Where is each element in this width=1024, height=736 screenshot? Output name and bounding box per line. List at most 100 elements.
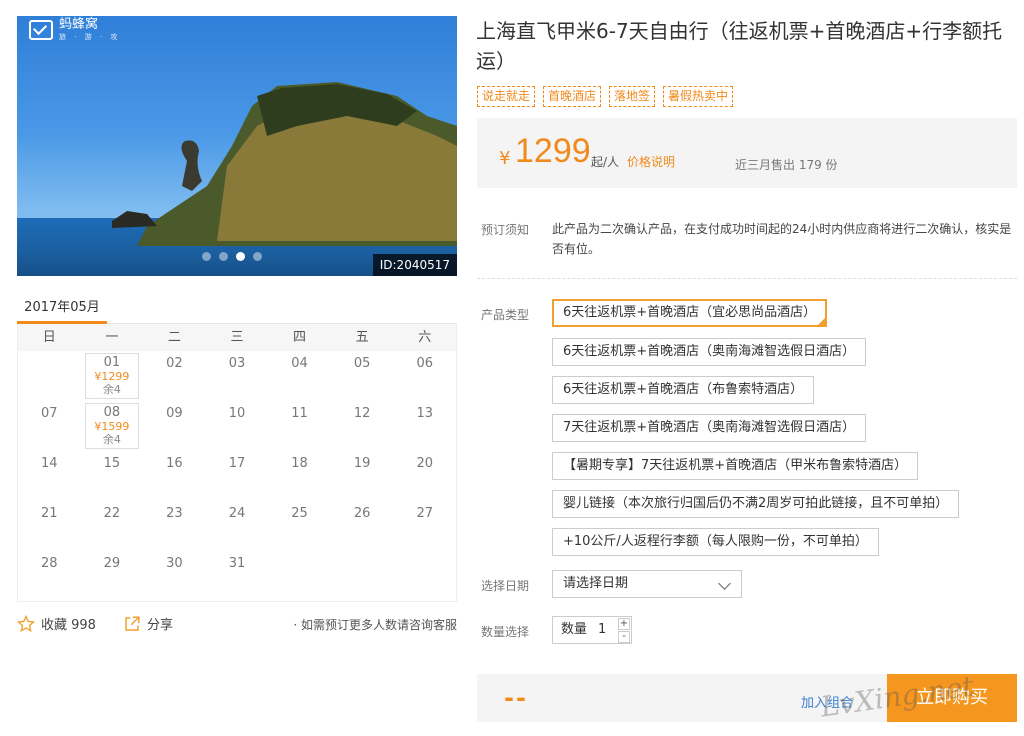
day-price: ¥1299: [94, 370, 130, 383]
day-number: 21: [41, 506, 58, 521]
chevron-down-icon: [718, 577, 731, 590]
date-select[interactable]: 请选择日期: [552, 570, 742, 598]
date-select-value: 请选择日期: [563, 576, 629, 591]
quantity-label: 数量选择: [481, 625, 530, 639]
day-number: 09: [166, 406, 183, 421]
quantity-inner-label: 数量: [561, 622, 588, 637]
price-explain-link[interactable]: 价格说明: [627, 153, 675, 170]
calendar-day: 29: [81, 551, 144, 601]
calendar-day: 23: [143, 501, 206, 551]
logo-subtext: 旅 · 游 · 攻: [59, 33, 121, 41]
checkout-bar: -- 加入组合 立即购买: [477, 674, 1017, 722]
booking-notice-text: 此产品为二次确认产品，在支付成功时间起的24小时内供应商将进行二次确认，核实是否…: [552, 222, 1012, 256]
price-panel: ¥ 1299 起/人 价格说明 近三月售出 179 份: [477, 118, 1017, 188]
price-calendar: 2017年05月 日一二三四五六 01 ¥1299 余4 02 03 04 05 06 07 08…: [17, 290, 457, 605]
calendar-day: 14: [18, 451, 81, 501]
quantity-decrease-button[interactable]: -: [618, 631, 630, 643]
calendar-day: 24: [206, 501, 269, 551]
calendar-day: 06: [393, 351, 456, 401]
day-number: 15: [103, 456, 121, 471]
day-number: 24: [228, 506, 246, 521]
group-booking-notice: · 如需预订更多人数请咨询客服: [293, 618, 457, 632]
day-number: 27: [416, 506, 433, 521]
calendar-day: 21: [18, 501, 81, 551]
calendar-grid: 日一二三四五六 01 ¥1299 余4 02 03 04 05 06 07 08 ¥1599 余4 09…: [17, 324, 457, 602]
share-label: 分享: [147, 618, 174, 633]
day-number: 11: [291, 406, 308, 421]
carousel-dot[interactable]: [253, 252, 262, 261]
calendar-day: 15: [81, 451, 144, 501]
weekday-label: 三: [230, 330, 244, 345]
buy-now-button[interactable]: 立即购买: [887, 674, 1017, 722]
calendar-day: 18: [268, 451, 331, 501]
photo-id-label: ID:2040517: [372, 254, 457, 276]
weekday-label: 二: [167, 330, 181, 345]
weekday-label: 四: [293, 330, 307, 345]
day-number: 29: [103, 556, 121, 571]
product-option[interactable]: 7天往返机票+首晚酒店（奥南海滩智选假日酒店）: [552, 414, 867, 442]
day-number: 03: [228, 356, 246, 371]
quantity-stepper[interactable]: 数量 1 + -: [552, 616, 632, 644]
product-tag: 说走就走: [477, 86, 536, 107]
calendar-day: 27: [393, 501, 456, 551]
day-number: 14: [41, 456, 58, 471]
day-price: ¥1599: [94, 420, 130, 433]
calendar-month-tab[interactable]: 2017年05月: [17, 296, 107, 324]
day-stock: 余4: [102, 433, 121, 446]
quantity-value[interactable]: 1: [598, 617, 606, 643]
star-icon: [17, 614, 35, 632]
day-number: 06: [416, 356, 433, 371]
calendar-day: 05: [331, 351, 394, 401]
share-icon: [125, 616, 140, 631]
calendar-day: 22: [81, 501, 144, 551]
calendar-day: 25: [268, 501, 331, 551]
day-number: 26: [353, 506, 371, 521]
product-actions: 收藏 998 分享 · 如需预订更多人数请咨询客服: [17, 614, 457, 636]
weekday-label: 六: [418, 330, 432, 345]
carousel-dot[interactable]: [202, 252, 211, 261]
carousel-dots: [202, 252, 262, 261]
day-stock: 余4: [102, 383, 121, 396]
product-option[interactable]: 【暑期专享】7天往返机票+首晚酒店（甲米布鲁索特酒店）: [552, 452, 919, 480]
carousel-dot-active[interactable]: [236, 252, 245, 261]
price-unit: 起/人: [591, 155, 620, 169]
weekday-label: 一: [105, 330, 119, 345]
calendar-day: 04: [268, 351, 331, 401]
calendar-day-available[interactable]: 01 ¥1299 余4: [84, 353, 140, 399]
quantity-increase-button[interactable]: +: [618, 618, 630, 630]
add-combo-link[interactable]: 加入组合: [801, 692, 853, 711]
calendar-day: 11: [268, 401, 331, 451]
day-number: 17: [228, 456, 246, 471]
sold-count: 近三月售出 179 份: [735, 158, 838, 172]
product-option[interactable]: 6天往返机票+首晚酒店（布鲁索特酒店）: [552, 376, 815, 404]
mafengwo-logo-icon: [29, 20, 53, 40]
product-photo[interactable]: 蚂蜂窝 旅 · 游 · 攻 ID:2040517: [17, 16, 457, 276]
calendar-day: 16: [143, 451, 206, 501]
calendar-day: 20: [393, 451, 456, 501]
weekday-label: 日: [42, 330, 56, 345]
logo-text: 蚂蜂窝: [59, 17, 99, 32]
day-number: 07: [41, 406, 58, 421]
product-option[interactable]: 6天往返机票+首晚酒店（奥南海滩智选假日酒店）: [552, 338, 867, 366]
day-number: 18: [291, 456, 308, 471]
carousel-dot[interactable]: [219, 252, 228, 261]
day-number: 22: [103, 506, 121, 521]
product-option[interactable]: +10公斤/人返程行李额（每人限购一份，不可单拍）: [552, 528, 879, 556]
calendar-day: 13: [393, 401, 456, 451]
day-number: 08: [103, 405, 121, 420]
weekday-label: 五: [355, 330, 369, 345]
day-number: 16: [166, 456, 183, 471]
product-option-selected[interactable]: 6天往返机票+首晚酒店（宜必思尚品酒店）: [552, 299, 828, 327]
share-button[interactable]: 分享: [123, 614, 173, 633]
day-number: 28: [41, 556, 58, 571]
product-title: 上海直飞甲米6-7天自由行（往返机票+首晚酒店+行李额托运）: [476, 19, 1003, 73]
day-number: 13: [416, 406, 433, 421]
site-logo: 蚂蜂窝 旅 · 游 · 攻: [29, 16, 120, 44]
calendar-day-available[interactable]: 08 ¥1599 余4: [84, 403, 140, 449]
product-option[interactable]: 婴儿链接（本次旅行归国后仍不满2周岁可拍此链接，且不可单拍）: [552, 490, 960, 518]
calendar-day: 26: [331, 501, 394, 551]
calendar-header: 2017年05月: [17, 290, 457, 324]
favorite-button[interactable]: 收藏 998: [17, 614, 96, 633]
calendar-day: 17: [206, 451, 269, 501]
day-number: 25: [291, 506, 308, 521]
